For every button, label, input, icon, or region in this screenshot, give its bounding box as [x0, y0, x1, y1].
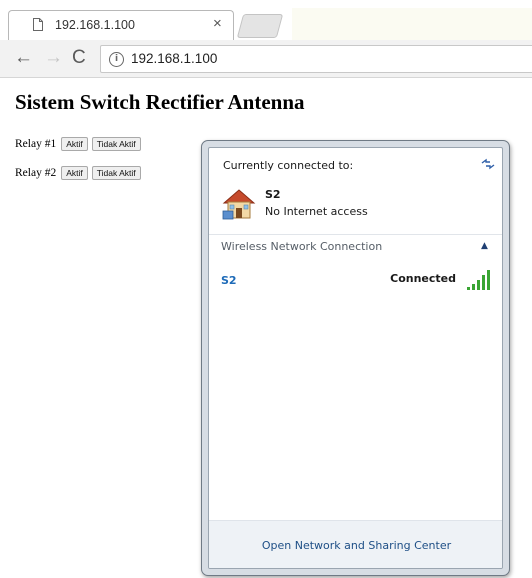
relay-row-1: Relay #1 Aktif Tidak Aktif: [15, 135, 141, 153]
connection-name: S2: [265, 188, 281, 201]
tab-strip-background: [292, 8, 532, 40]
network-status: Connected: [390, 272, 456, 285]
collapse-chevron-icon[interactable]: ▲: [481, 241, 488, 251]
relay-row-2: Relay #2 Aktif Tidak Aktif: [15, 164, 141, 182]
forward-arrow-icon[interactable]: →: [44, 48, 63, 68]
page-icon: [33, 18, 43, 31]
browser-tab-strip: 192.168.1.100 ×: [0, 0, 532, 40]
network-sharing-center-link[interactable]: Open Network and Sharing Center: [209, 539, 502, 552]
info-icon[interactable]: i: [109, 52, 124, 67]
connected-header: Currently connected to:: [223, 159, 354, 172]
section-label: Wireless Network Connection: [221, 240, 383, 253]
relay-label: Relay #2: [15, 167, 57, 179]
reload-icon[interactable]: C: [72, 48, 86, 68]
flyout-footer: Open Network and Sharing Center: [209, 520, 502, 568]
relay-1-off-button[interactable]: Tidak Aktif: [91, 137, 141, 151]
browser-tab[interactable]: 192.168.1.100 ×: [8, 10, 234, 40]
wifi-signal-icon: [467, 270, 490, 290]
refresh-icon[interactable]: [481, 158, 495, 170]
network-name: S2: [221, 274, 237, 287]
network-list-item[interactable]: S2 Connected: [209, 266, 502, 292]
address-bar[interactable]: i 192.168.1.100: [100, 45, 532, 73]
section-divider: [209, 234, 502, 235]
tab-title: 192.168.1.100: [55, 18, 135, 32]
url-text[interactable]: 192.168.1.100: [131, 51, 217, 66]
relay-2-on-button[interactable]: Aktif: [61, 166, 88, 180]
house-network-icon: [222, 189, 256, 220]
network-flyout: Currently connected to: S2 No Internet a…: [201, 140, 510, 576]
browser-toolbar: ← → C i 192.168.1.100: [0, 40, 532, 78]
relay-label: Relay #1: [15, 138, 57, 150]
connection-status: No Internet access: [265, 205, 368, 218]
network-flyout-panel: Currently connected to: S2 No Internet a…: [208, 147, 503, 569]
page-title: Sistem Switch Rectifier Antenna: [15, 90, 305, 114]
relay-2-off-button[interactable]: Tidak Aktif: [91, 166, 141, 180]
new-tab-button[interactable]: [236, 14, 284, 38]
tab-close-icon[interactable]: ×: [213, 16, 222, 32]
back-arrow-icon[interactable]: ←: [14, 48, 33, 68]
relay-1-on-button[interactable]: Aktif: [61, 137, 88, 151]
